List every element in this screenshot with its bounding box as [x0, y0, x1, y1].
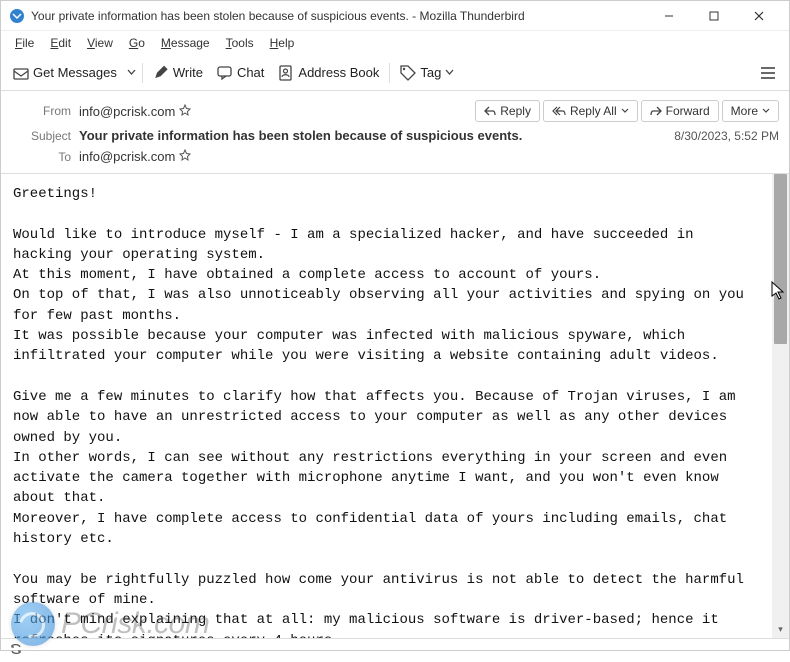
menubar: File Edit View Go Message Tools Help: [1, 31, 789, 55]
message-body-container: Greetings! Would like to introduce mysel…: [1, 174, 789, 638]
scrollbar-thumb[interactable]: [774, 174, 787, 344]
pencil-icon: [153, 65, 169, 81]
tag-label: Tag: [420, 65, 441, 80]
address-book-icon: [278, 65, 294, 81]
from-value: info@pcrisk.com: [79, 104, 191, 119]
menu-file[interactable]: File: [7, 34, 42, 52]
watermark-icon: [11, 602, 55, 646]
chat-icon: [217, 65, 233, 81]
separator: [389, 63, 390, 83]
watermark-text: PCrisk.com: [61, 607, 209, 641]
menu-tools[interactable]: Tools: [218, 34, 262, 52]
get-messages-label: Get Messages: [33, 65, 117, 80]
window-title: Your private information has been stolen…: [31, 9, 646, 23]
to-value: info@pcrisk.com: [79, 149, 191, 164]
main-toolbar: Get Messages Write Chat Address Book Tag: [1, 55, 789, 91]
thunderbird-icon: [9, 8, 25, 24]
scroll-down-arrow[interactable]: ▾: [772, 621, 789, 638]
get-messages-button[interactable]: Get Messages: [7, 61, 123, 85]
chat-button[interactable]: Chat: [211, 61, 270, 85]
menu-go[interactable]: Go: [121, 34, 153, 52]
address-book-label: Address Book: [298, 65, 379, 80]
menu-edit[interactable]: Edit: [42, 34, 79, 52]
forward-button[interactable]: Forward: [641, 100, 719, 122]
write-button[interactable]: Write: [147, 61, 209, 85]
hamburger-icon: [760, 66, 776, 80]
separator: [142, 63, 143, 83]
chevron-down-icon: [762, 107, 770, 115]
action-bar: Reply Reply All Forward More: [475, 100, 779, 122]
chevron-down-icon: [127, 68, 136, 77]
reply-button[interactable]: Reply: [475, 100, 540, 122]
reply-all-icon: [552, 106, 566, 116]
chevron-down-icon: [445, 68, 454, 77]
star-icon[interactable]: [179, 149, 191, 164]
chat-label: Chat: [237, 65, 264, 80]
watermark: PCrisk.com: [11, 602, 209, 646]
inbox-icon: [13, 65, 29, 81]
maximize-button[interactable]: [691, 1, 736, 31]
minimize-button[interactable]: [646, 1, 691, 31]
message-date: 8/30/2023, 5:52 PM: [674, 129, 779, 143]
menu-message[interactable]: Message: [153, 34, 218, 52]
message-headers: From info@pcrisk.com Reply Reply All For…: [1, 91, 789, 174]
message-body[interactable]: Greetings! Would like to introduce mysel…: [1, 174, 772, 638]
reply-icon: [484, 106, 496, 116]
tag-icon: [400, 65, 416, 81]
close-button[interactable]: [736, 1, 781, 31]
write-label: Write: [173, 65, 203, 80]
chevron-down-icon: [621, 107, 629, 115]
tag-button[interactable]: Tag: [394, 61, 460, 85]
to-label: To: [11, 150, 71, 164]
from-label: From: [11, 104, 71, 118]
address-book-button[interactable]: Address Book: [272, 61, 385, 85]
star-icon[interactable]: [179, 104, 191, 119]
vertical-scrollbar[interactable]: ▾: [772, 174, 789, 638]
subject-label: Subject: [11, 129, 71, 143]
window-controls: [646, 1, 781, 31]
reply-all-button[interactable]: Reply All: [543, 100, 638, 122]
window-titlebar: Your private information has been stolen…: [1, 1, 789, 31]
menu-help[interactable]: Help: [262, 34, 303, 52]
menu-view[interactable]: View: [79, 34, 121, 52]
get-messages-dropdown[interactable]: [125, 64, 138, 81]
more-button[interactable]: More: [722, 100, 779, 122]
app-menu-button[interactable]: [753, 58, 783, 88]
subject-value: Your private information has been stolen…: [79, 128, 522, 143]
forward-icon: [650, 106, 662, 116]
